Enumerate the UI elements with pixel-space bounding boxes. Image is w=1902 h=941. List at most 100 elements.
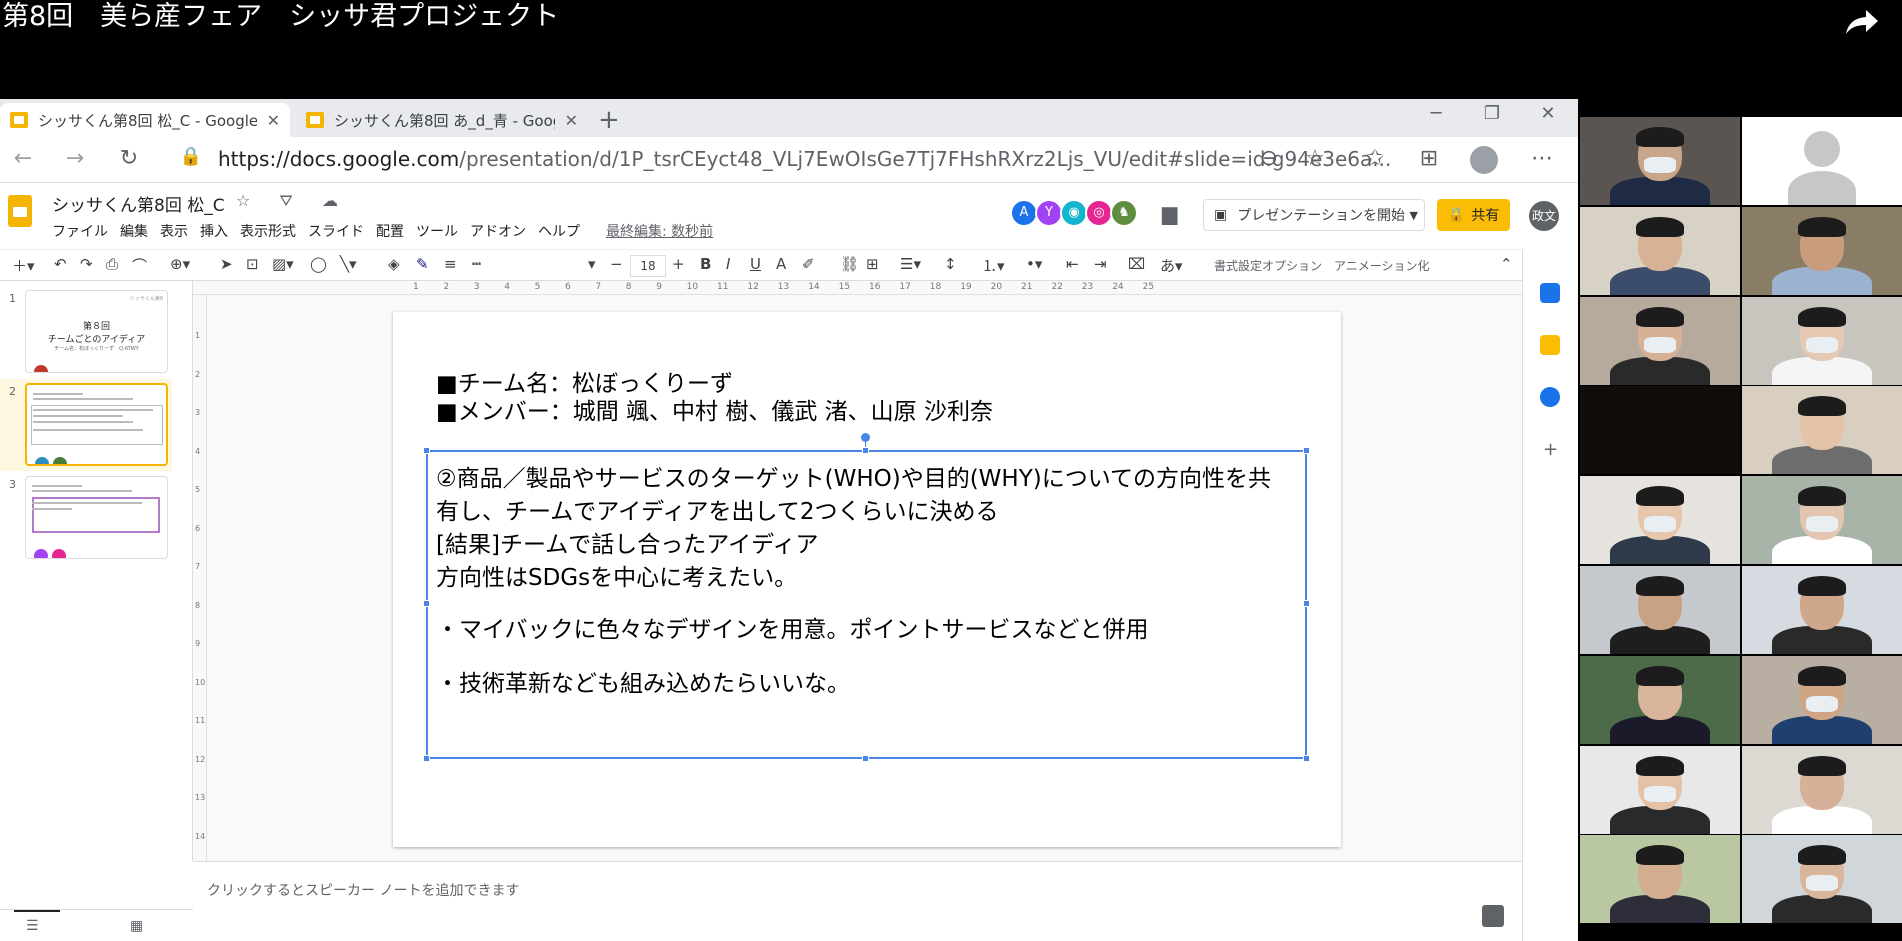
- tab-inactive[interactable]: シッサくん第8回 あ_d_青 - Google ✕: [296, 103, 588, 137]
- bulleted-list-icon[interactable]: •▾: [1026, 255, 1042, 273]
- tab-active[interactable]: シッサくん第8回 松_C - Google ス ✕: [0, 103, 290, 137]
- zoom-icon[interactable]: ⊕▾: [170, 255, 190, 273]
- user-avatar[interactable]: 政文: [1529, 201, 1559, 231]
- participant-video-tile[interactable]: [1742, 206, 1902, 295]
- profile-icon[interactable]: [1470, 146, 1498, 174]
- filmstrip-view-icon[interactable]: ☰: [26, 918, 39, 934]
- indent-increase-icon[interactable]: ⇥: [1094, 255, 1107, 273]
- menu-item[interactable]: 表示: [160, 221, 188, 241]
- link-icon[interactable]: ⛓: [840, 255, 859, 273]
- resize-handle[interactable]: [423, 600, 430, 607]
- textbox-icon[interactable]: ⊡: [246, 255, 259, 273]
- star-icon[interactable]: ☆: [1300, 146, 1330, 171]
- undo-icon[interactable]: ↶: [54, 255, 67, 273]
- border-color-icon[interactable]: ✎: [416, 255, 429, 273]
- align-icon[interactable]: ☰▾: [900, 255, 921, 273]
- underline-icon[interactable]: U: [750, 255, 761, 273]
- participant-video-tile[interactable]: [1580, 117, 1740, 205]
- calendar-icon[interactable]: [1540, 283, 1560, 303]
- collaborator-avatar[interactable]: Y: [1035, 199, 1063, 227]
- text-color-icon[interactable]: A: [776, 255, 786, 273]
- participant-video-tile[interactable]: [1580, 655, 1740, 744]
- doc-title[interactable]: シッサくん第8回 松_C: [52, 191, 225, 216]
- add-addon-icon[interactable]: +: [1543, 439, 1558, 460]
- share-arrow-icon[interactable]: [1844, 8, 1880, 36]
- paint-format-icon[interactable]: ⌒: [132, 255, 147, 276]
- chevron-up-icon[interactable]: ⌃: [1500, 255, 1513, 273]
- highlight-icon[interactable]: ✐: [802, 255, 815, 273]
- resize-handle[interactable]: [423, 755, 430, 762]
- menu-item[interactable]: スライド: [308, 221, 364, 241]
- format-options-button[interactable]: 書式設定オプション: [1214, 257, 1322, 274]
- more-icon[interactable]: ⋯: [1527, 146, 1557, 171]
- collaborator-avatar[interactable]: ◎: [1085, 199, 1113, 227]
- reload-icon[interactable]: ↻: [114, 146, 144, 171]
- menu-item[interactable]: 表示形式: [240, 221, 296, 241]
- menu-item[interactable]: ファイル: [52, 221, 108, 241]
- resize-handle[interactable]: [1303, 447, 1310, 454]
- close-icon[interactable]: ✕: [565, 111, 578, 130]
- menu-item[interactable]: 編集: [120, 221, 148, 241]
- title-icons[interactable]: ☆ ⛛ ☁: [236, 191, 350, 211]
- shape-icon[interactable]: ◯: [310, 255, 327, 273]
- vertical-ruler[interactable]: 1 2 3 4 5 6 7 8 9 10 11 12 13 14: [193, 295, 207, 861]
- line-icon[interactable]: ╲▾: [340, 255, 357, 273]
- slide-canvas[interactable]: ■チーム名：松ぼっくりーず ■メンバー：城間 颯、中村 樹、儀武 渚、山原 沙利…: [393, 312, 1341, 847]
- members-text[interactable]: ■メンバー：城間 颯、中村 樹、儀武 渚、山原 沙利奈: [436, 392, 993, 426]
- participant-video-tile[interactable]: [1580, 206, 1740, 295]
- line-spacing-icon[interactable]: ↕: [944, 255, 957, 273]
- chevron-down-icon[interactable]: ▾: [588, 255, 596, 273]
- lock-icon[interactable]: 🔒: [176, 146, 206, 167]
- numbered-list-icon[interactable]: ⒈▾: [982, 255, 1005, 276]
- slides-logo-icon[interactable]: [8, 195, 32, 227]
- participant-video-tile[interactable]: [1580, 476, 1740, 565]
- tasks-icon[interactable]: [1540, 387, 1560, 407]
- font-size-decrease-icon[interactable]: −: [610, 255, 623, 273]
- menu-item[interactable]: 配置: [376, 221, 404, 241]
- menu-item[interactable]: ツール: [416, 221, 458, 241]
- favorites-icon[interactable]: ✩: [1360, 146, 1390, 171]
- grid-view-icon[interactable]: ▦: [130, 918, 143, 934]
- select-icon[interactable]: ➤: [220, 255, 233, 273]
- font-size-increase-icon[interactable]: +: [672, 255, 685, 273]
- animate-button[interactable]: アニメーション化: [1334, 257, 1430, 274]
- new-slide-icon[interactable]: ＋▾: [12, 255, 35, 276]
- horizontal-ruler[interactable]: 1 2 3 4 5 6 7 8 9 10 11 12 13 14 15 16 17 18 19 20 21 22 23 24 2…: [193, 281, 1522, 295]
- filmstrip-slide[interactable]: 1 シッサくん第8 第８回 チームごとのアイディア チーム名：松ぼっくりーず Q…: [0, 286, 172, 378]
- back-icon[interactable]: ←: [8, 146, 38, 171]
- border-weight-icon[interactable]: ≡: [444, 255, 457, 273]
- indent-decrease-icon[interactable]: ⇤: [1066, 255, 1079, 273]
- resize-handle[interactable]: [862, 755, 869, 762]
- filmstrip-slide[interactable]: 3: [0, 472, 172, 564]
- menu-item[interactable]: アドオン: [470, 221, 526, 241]
- resize-handle[interactable]: [1303, 600, 1310, 607]
- menu-item[interactable]: ヘルプ: [538, 221, 580, 241]
- url-field[interactable]: https://docs.google.com/presentation/d/1…: [218, 147, 1391, 171]
- clear-format-icon[interactable]: ⌧: [1128, 255, 1145, 273]
- restore-button[interactable]: ❐: [1472, 103, 1512, 124]
- participant-video-tile[interactable]: [1742, 835, 1902, 924]
- italic-icon[interactable]: I: [726, 255, 730, 273]
- comment-icon[interactable]: ▆: [1162, 201, 1177, 225]
- window-close-button[interactable]: ✕: [1528, 103, 1568, 124]
- participant-video-tile[interactable]: [1742, 117, 1902, 205]
- input-tools-icon[interactable]: あ▾: [1160, 255, 1183, 276]
- border-dash-icon[interactable]: ┅: [472, 255, 481, 273]
- participant-video-tile[interactable]: [1580, 566, 1740, 654]
- share-button[interactable]: 🔒 共有: [1437, 199, 1510, 231]
- participant-video-tile[interactable]: [1580, 745, 1740, 834]
- participant-video-tile[interactable]: [1742, 476, 1902, 565]
- participant-video-tile[interactable]: [1742, 386, 1902, 475]
- collections-icon[interactable]: ⊞: [1414, 146, 1444, 171]
- menu-item[interactable]: 挿入: [200, 221, 228, 241]
- resize-handle[interactable]: [423, 447, 430, 454]
- keep-icon[interactable]: [1540, 335, 1560, 355]
- participant-video-tile[interactable]: [1580, 296, 1740, 385]
- chevron-down-icon[interactable]: ▼: [1410, 209, 1418, 222]
- filmstrip-slide-selected[interactable]: 2: [0, 379, 172, 471]
- participant-video-tile[interactable]: [1580, 386, 1740, 475]
- rotate-handle[interactable]: [861, 433, 870, 442]
- zoom-icon[interactable]: ⊖: [1254, 146, 1284, 171]
- resize-handle[interactable]: [1303, 755, 1310, 762]
- participant-video-tile[interactable]: [1742, 296, 1902, 385]
